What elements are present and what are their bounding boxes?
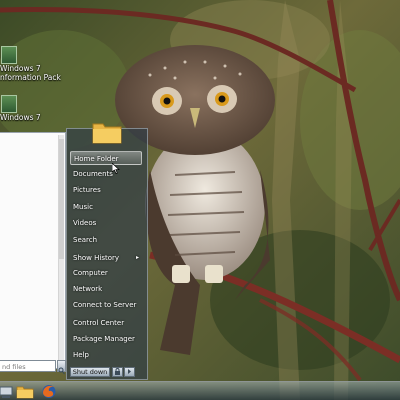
arrow-right-icon	[128, 369, 131, 374]
menu-item-label: Control Center	[73, 319, 125, 327]
programs-scrollbar[interactable]	[58, 135, 64, 366]
desktop-icon-label: Windows 7	[0, 113, 41, 122]
menu-item-control-center[interactable]: Control Center	[70, 316, 142, 330]
menu-item-connect-to-server[interactable]: Connect to Server	[70, 298, 142, 312]
document-icon	[1, 46, 17, 64]
search-button[interactable]	[57, 360, 66, 375]
menu-item-label: Computer	[73, 269, 108, 277]
menu-item-network[interactable]: Network	[70, 282, 142, 296]
taskbar	[0, 381, 400, 400]
menu-item-label: Show History	[73, 254, 120, 262]
menu-item-label: Pictures	[73, 186, 101, 194]
menu-item-home-folder[interactable]: Home Folder	[70, 151, 142, 165]
desktop-icon-label: nformation Pack	[0, 73, 61, 82]
menu-item-documents[interactable]: Documents	[70, 167, 142, 181]
menu-item-package-manager[interactable]: Package Manager	[70, 332, 142, 346]
user-folder-icon	[92, 123, 122, 144]
submenu-arrow-icon: ▸	[135, 254, 139, 261]
programs-pane[interactable]	[0, 132, 66, 369]
desktop-icon-info-pack[interactable]: Windows 7 nformation Pack	[0, 46, 61, 82]
lock-icon	[115, 368, 120, 375]
menu-item-label: Package Manager	[73, 335, 135, 343]
menu-item-label: Documents	[73, 170, 113, 178]
menu-item-pictures[interactable]: Pictures	[70, 183, 142, 197]
menu-item-label: Network	[73, 285, 103, 293]
menu-item-search[interactable]: Search	[70, 233, 142, 247]
document-icon	[1, 95, 17, 113]
menu-item-label: Videos	[73, 219, 97, 227]
desktop-icon-label: Windows 7	[0, 64, 41, 73]
search-input[interactable]: nd files	[0, 360, 56, 372]
shutdown-options-button[interactable]	[124, 367, 135, 377]
search-placeholder: nd files	[2, 363, 26, 371]
menu-item-label: Help	[73, 351, 89, 359]
menu-item-label: Music	[73, 203, 93, 211]
scrollbar-thumb[interactable]	[59, 139, 64, 259]
menu-item-label: Connect to Server	[73, 301, 137, 309]
menu-item-show-history[interactable]: Show History ▸	[70, 251, 142, 265]
menu-item-music[interactable]: Music	[70, 200, 142, 214]
menu-item-label: Home Folder	[74, 155, 119, 163]
lock-button[interactable]	[112, 367, 123, 377]
desktop-icon-windows7[interactable]: Windows 7	[0, 95, 60, 122]
menu-item-help[interactable]: Help	[70, 348, 142, 362]
computer-icon[interactable]	[0, 384, 14, 399]
desktop: Windows 7 nformation Pack Windows 7 Home…	[0, 0, 400, 400]
menu-item-computer[interactable]: Computer	[70, 266, 142, 280]
menu-item-videos[interactable]: Videos	[70, 216, 142, 230]
mouse-cursor-icon	[112, 163, 120, 174]
menu-item-label: Search	[73, 236, 98, 244]
folder-icon[interactable]	[16, 384, 34, 399]
firefox-icon[interactable]	[40, 384, 58, 399]
shutdown-button[interactable]: Shut down	[70, 367, 110, 377]
search-icon	[58, 367, 65, 375]
